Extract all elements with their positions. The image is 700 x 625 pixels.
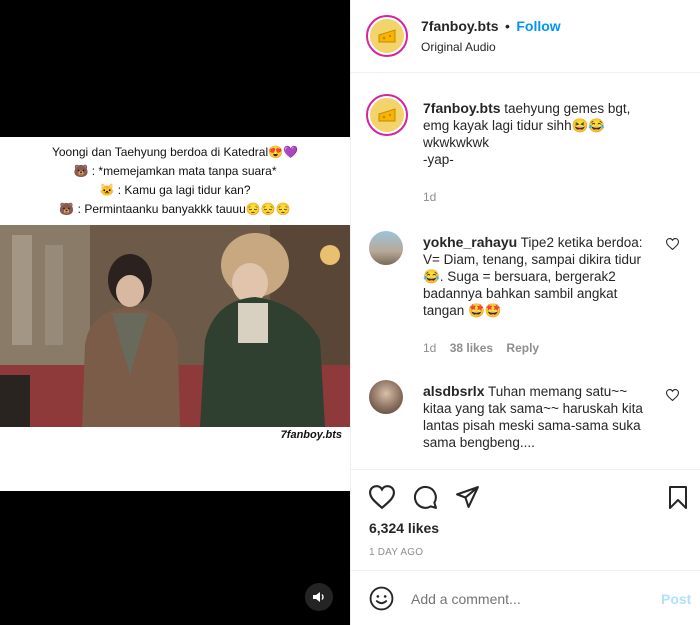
- video-caption-text: Yoongi dan Taehyung berdoa di Katedral😍💜…: [0, 143, 350, 219]
- video-scene-image: [0, 225, 350, 427]
- share-paper-plane-icon[interactable]: [455, 485, 480, 509]
- avatar-image: [370, 19, 404, 53]
- comment-username[interactable]: yokhe_rahayu: [423, 234, 517, 250]
- comment-likes[interactable]: 38 likes: [450, 341, 493, 355]
- avatar[interactable]: [366, 15, 408, 57]
- like-heart-icon[interactable]: [369, 485, 395, 509]
- avatar-image: [370, 98, 404, 132]
- emoji-icon[interactable]: [369, 586, 394, 611]
- bookmark-icon[interactable]: [668, 485, 688, 510]
- speaker-icon: [313, 592, 324, 602]
- volume-button[interactable]: [305, 583, 333, 611]
- header-username[interactable]: 7fanboy.bts: [421, 18, 499, 34]
- video-frame: Yoongi dan Taehyung berdoa di Katedral😍💜…: [0, 137, 350, 491]
- audio-link[interactable]: Original Audio: [421, 40, 496, 54]
- caption-username[interactable]: 7fanboy.bts: [423, 100, 501, 116]
- cheese-icon: [378, 29, 396, 43]
- comment-item: alsdbsrlx Tuhan memang satu~~ kitaa yang…: [366, 379, 686, 468]
- caption-timestamp: 1d: [423, 190, 437, 204]
- add-comment-bar: Post: [351, 570, 700, 625]
- post-details-panel: 7fanboy.bts • Follow Original Audio 7fan…: [350, 0, 700, 625]
- post-button[interactable]: Post: [661, 591, 691, 607]
- video-watermark: 7fanboy.bts: [280, 429, 342, 441]
- video-caption-line: 🐻 : *memejamkan mata tanpa suara*: [73, 164, 277, 178]
- comment-username[interactable]: alsdbsrlx: [423, 383, 484, 399]
- avatar[interactable]: [366, 94, 408, 136]
- post-actions: 6,324 likes 1 DAY AGO: [351, 469, 700, 569]
- post-header: 7fanboy.bts • Follow Original Audio: [351, 0, 700, 73]
- heart-icon[interactable]: [666, 238, 679, 250]
- comment-bubble-icon[interactable]: [413, 485, 438, 510]
- reply-button[interactable]: Reply: [506, 341, 539, 355]
- heart-icon[interactable]: [666, 389, 679, 401]
- video-caption-line: Yoongi dan Taehyung berdoa di Katedral😍💜: [51, 145, 299, 159]
- caption-line: -yap-: [423, 152, 454, 167]
- caption-line: wkwkwkwk: [423, 135, 489, 150]
- comment-timestamp: 1d: [423, 341, 437, 355]
- comment-input[interactable]: [411, 589, 641, 609]
- post-time[interactable]: 1 DAY AGO: [369, 547, 423, 558]
- follow-button[interactable]: Follow: [516, 18, 560, 34]
- header-separator: •: [504, 18, 510, 34]
- likes-count[interactable]: 6,324 likes: [369, 520, 439, 536]
- post-media[interactable]: Yoongi dan Taehyung berdoa di Katedral😍💜…: [0, 0, 350, 625]
- cheese-icon: [378, 108, 396, 122]
- comment-item: yokhe_rahayu Tipe2 ketika berdoa: V= Dia…: [366, 228, 686, 358]
- video-caption-line: 🐻 : Permintaanku banyakkk tauuu😔😔😔: [59, 202, 291, 216]
- video-caption-line: 🐱 : Kamu ga lagi tidur kan?: [99, 183, 251, 197]
- comments-list[interactable]: 7fanboy.bts taehyung gemes bgt, emg kaya…: [351, 74, 700, 468]
- avatar[interactable]: [369, 380, 403, 414]
- avatar[interactable]: [369, 231, 403, 265]
